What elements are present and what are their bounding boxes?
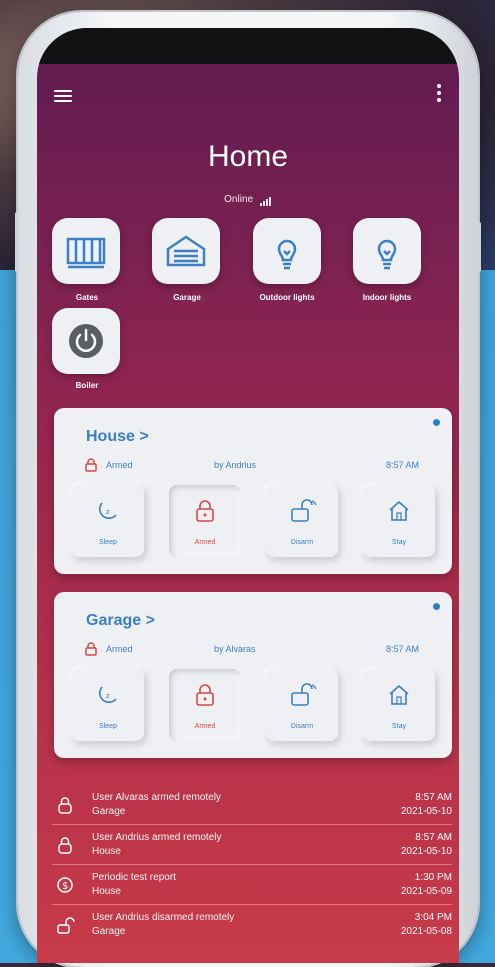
area-by-user: by Alvaras xyxy=(214,644,256,654)
quick-action-label: Outdoor lights xyxy=(259,293,315,302)
sleep-icon: z xyxy=(99,502,117,519)
event-list-item[interactable]: $ Periodic test report House 1:30 PM 202… xyxy=(52,872,452,912)
lock-icon xyxy=(196,500,214,522)
area-card-house: House > Armed by Andrius 8:57 AM z Sleep… xyxy=(54,408,452,574)
quick-action-outdoor-lights[interactable] xyxy=(253,218,321,284)
mode-label: Sleep xyxy=(99,723,117,730)
event-area: House xyxy=(92,886,121,897)
area-time: 8:57 AM xyxy=(385,460,419,470)
event-title: User Alvaras armed remotely xyxy=(92,792,221,803)
area-card-garage: Garage > Armed by Alvaras 8:57 AM z Slee… xyxy=(54,592,452,758)
quick-action-boiler[interactable] xyxy=(52,308,120,374)
lock-icon xyxy=(58,837,72,854)
mode-armed-button[interactable]: Armed xyxy=(169,669,241,741)
divider xyxy=(52,904,452,905)
lock-icon xyxy=(85,642,97,656)
house-icon xyxy=(389,684,409,705)
mode-sleep-button[interactable]: z Sleep xyxy=(72,485,144,557)
app-screen: Home Online Gates Garage Outdoor lights … xyxy=(37,28,459,963)
house-icon xyxy=(389,500,409,521)
status-bar xyxy=(37,28,459,64)
quick-action-label: Indoor lights xyxy=(362,293,412,302)
page-title: Home xyxy=(207,140,289,173)
area-name-link[interactable]: House > xyxy=(86,428,149,446)
lock-icon xyxy=(85,458,97,472)
connection-status-text: Online xyxy=(224,194,254,205)
quick-action-label: Boiler xyxy=(75,381,99,390)
unlock-icon xyxy=(291,499,317,522)
area-indicator-dot xyxy=(433,603,440,610)
event-list-item[interactable]: User Alvaras armed remotely Garage 8:57 … xyxy=(52,792,452,832)
gate-icon xyxy=(66,237,106,269)
connection-status: Online xyxy=(37,194,459,206)
event-area: Garage xyxy=(92,806,126,817)
mode-sleep-button[interactable]: z Sleep xyxy=(72,669,144,741)
event-time: 8:57 AM xyxy=(415,792,452,803)
svg-text:z: z xyxy=(106,508,110,516)
svg-text:z: z xyxy=(106,692,110,700)
mode-label: Disarm xyxy=(290,539,314,546)
lock-icon xyxy=(196,684,214,706)
event-list-item[interactable]: User Andrius disarmed remotely Garage 3:… xyxy=(52,912,452,952)
area-by-user: by Andrius xyxy=(214,460,257,470)
mode-label: Stay xyxy=(391,539,406,546)
mode-label: Stay xyxy=(391,723,406,730)
event-title: Periodic test report xyxy=(92,872,176,883)
phone-side-button xyxy=(477,222,481,272)
area-indicator-dot xyxy=(433,419,440,426)
mode-label: Sleep xyxy=(99,539,117,546)
mode-disarm-button[interactable]: Disarm xyxy=(266,485,338,557)
mode-label: Armed xyxy=(194,539,216,546)
lightbulb-icon xyxy=(277,239,297,270)
event-title: User Andrius disarmed remotely xyxy=(92,912,235,923)
area-name-link[interactable]: Garage > xyxy=(86,612,155,630)
area-state: Armed xyxy=(106,460,133,470)
hamburger-menu-icon[interactable] xyxy=(54,90,72,102)
more-vertical-icon[interactable] xyxy=(437,84,441,104)
mode-label: Disarm xyxy=(290,723,314,730)
lock-icon xyxy=(58,797,72,814)
event-time: 1:30 PM xyxy=(414,872,452,883)
mode-label: Armed xyxy=(194,723,216,730)
event-time: 8:57 AM xyxy=(415,832,452,843)
quick-action-garage[interactable] xyxy=(152,218,220,284)
event-area: Garage xyxy=(92,926,126,937)
signal-icon xyxy=(259,195,272,206)
area-time: 8:57 AM xyxy=(385,644,419,654)
mode-stay-button[interactable]: Stay xyxy=(363,485,435,557)
report-icon: $ xyxy=(57,877,73,893)
event-time: 3:04 PM xyxy=(414,912,452,923)
event-date: 2021-05-10 xyxy=(400,806,452,817)
event-date: 2021-05-10 xyxy=(400,846,452,857)
area-state: Armed xyxy=(106,644,133,654)
unlock-icon xyxy=(291,683,317,706)
event-date: 2021-05-08 xyxy=(400,926,452,937)
event-list-item[interactable]: User Andrius armed remotely House 8:57 A… xyxy=(52,832,452,872)
event-area: House xyxy=(92,846,121,857)
sleep-icon: z xyxy=(99,686,117,703)
garage-door-icon xyxy=(166,235,206,267)
quick-action-indoor-lights[interactable] xyxy=(353,218,421,284)
power-icon xyxy=(69,324,103,358)
unlock-icon xyxy=(57,917,75,934)
svg-text:$: $ xyxy=(62,881,68,892)
event-date: 2021-05-09 xyxy=(400,886,452,897)
phone-side-button xyxy=(15,212,19,272)
quick-action-label: Garage xyxy=(173,293,201,302)
divider xyxy=(52,864,452,865)
mode-disarm-button[interactable]: Disarm xyxy=(266,669,338,741)
lightbulb-icon xyxy=(377,239,397,270)
quick-action-gates[interactable] xyxy=(52,218,120,284)
mode-stay-button[interactable]: Stay xyxy=(363,669,435,741)
quick-action-label: Gates xyxy=(75,293,99,302)
event-title: User Andrius armed remotely xyxy=(92,832,222,843)
divider xyxy=(52,824,452,825)
mode-armed-button[interactable]: Armed xyxy=(169,485,241,557)
